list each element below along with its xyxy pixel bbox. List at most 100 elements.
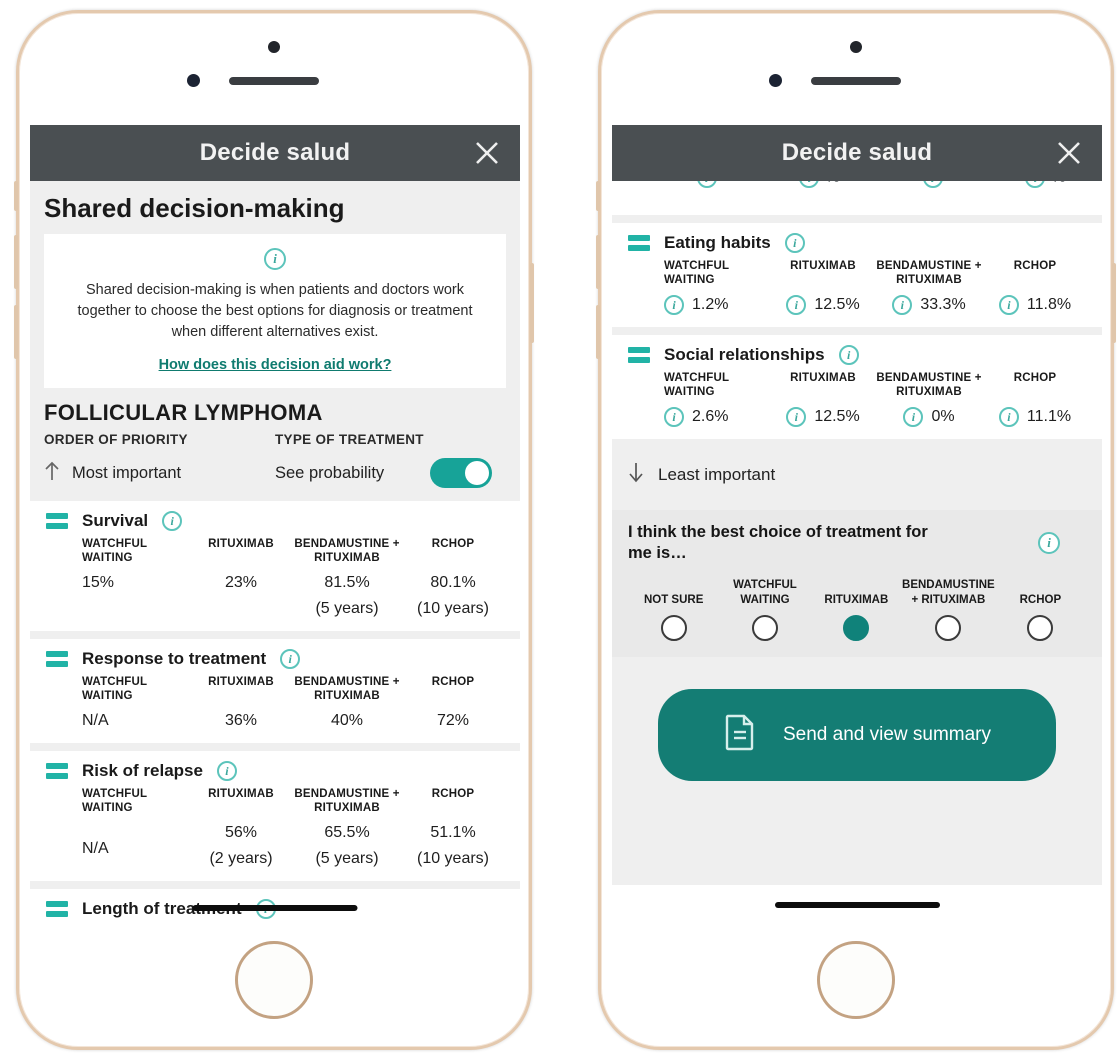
app-title: Decide salud — [781, 139, 933, 166]
close-icon[interactable] — [1056, 140, 1082, 166]
cell-value: 51.1% — [430, 824, 476, 842]
phone-power-button — [530, 263, 534, 343]
phone-power-button — [1112, 263, 1116, 343]
info-icon[interactable]: i — [784, 233, 805, 253]
cell-value: 15% — [82, 574, 115, 592]
info-icon[interactable]: i — [998, 295, 1019, 315]
radio-button-selected[interactable] — [843, 614, 870, 641]
cell-value: 33.3% — [920, 296, 966, 313]
cell-value: 23% — [224, 574, 258, 592]
column-header: BENDAMUSTINE + RITUXIMAB — [876, 372, 982, 399]
column-header: RITUXIMAB — [790, 372, 856, 384]
best-choice-title: I think the best choice of treatment for… — [628, 523, 928, 563]
best-choice-radio-group[interactable]: NOT SURE WATCHFUL WAITING RITUXIMAB BEND… — [628, 577, 1086, 641]
cell-value: 11.1% — [1026, 408, 1072, 425]
column-header: WATCHFUL WAITING — [82, 676, 148, 703]
cell-value: 2.6% — [692, 408, 729, 425]
info-icon[interactable]: i — [216, 761, 237, 782]
phone-mute-switch — [596, 181, 600, 211]
info-icon[interactable]: i — [664, 295, 684, 315]
screen-body-left: Shared decision-making i Shared decision… — [30, 181, 520, 925]
app-header-left: Decide salud — [30, 125, 520, 181]
cell-value: 72% — [436, 712, 470, 730]
info-icon[interactable]: i — [664, 407, 684, 427]
cell-value: 81.5% — [324, 574, 370, 592]
radio-button[interactable] — [935, 614, 962, 641]
screen-right: Decide salud i i% i i% — [612, 125, 1102, 925]
info-icon[interactable]: i — [998, 407, 1019, 427]
radio-option-watchful-waiting[interactable]: WATCHFUL WAITING — [719, 577, 810, 641]
drag-handle-icon[interactable] — [46, 763, 68, 780]
option-row-response-to-treatment[interactable]: Response to treatment i WATCHFUL WAITING… — [30, 639, 520, 744]
radio-option-not-sure[interactable]: NOT SURE — [628, 577, 719, 641]
column-header: RCHOP — [431, 538, 475, 551]
controls-row: ORDER OF PRIORITY Most important TYPE OF… — [30, 432, 520, 493]
phone-right: Decide salud i i% i i% — [596, 10, 1116, 1050]
column-header: RITUXIMAB — [208, 788, 274, 801]
option-name: Eating habits — [664, 233, 771, 252]
info-icon[interactable]: i — [892, 295, 913, 315]
info-icon[interactable]: i — [799, 181, 820, 188]
dual-phone-mockup: Decide salud Shared decision-making i Sh… — [0, 0, 1117, 1058]
column-header: RITUXIMAB — [208, 676, 274, 689]
cell-value: N/A — [82, 840, 109, 858]
cell-value: 1.2% — [692, 296, 729, 313]
info-card: i Shared decision-making is when patient… — [44, 234, 506, 389]
info-icon[interactable]: i — [838, 345, 859, 365]
proximity-sensor-icon — [769, 74, 782, 87]
info-icon[interactable]: i — [162, 511, 183, 532]
priority-control: ORDER OF PRIORITY Most important — [44, 432, 275, 491]
info-icon[interactable]: i — [280, 649, 301, 670]
best-choice-section: I think the best choice of treatment for… — [612, 510, 1102, 657]
option-row-social-relationships[interactable]: Social relationships i WATCHFUL WAITING … — [612, 335, 1102, 439]
radio-label: BENDAMUSTINE + RITUXIMAB — [902, 579, 995, 606]
decision-aid-link[interactable]: How does this decision aid work? — [159, 357, 392, 373]
option-name: Risk of relapse — [82, 761, 203, 781]
drag-handle-icon[interactable] — [46, 513, 68, 530]
option-row-risk-of-relapse[interactable]: Risk of relapse i WATCHFUL WAITING N/A RI… — [30, 751, 520, 882]
home-button[interactable] — [817, 941, 895, 1019]
send-and-view-summary-button[interactable]: Send and view summary — [658, 688, 1056, 781]
radio-label: RITUXIMAB — [824, 593, 889, 606]
home-button[interactable] — [235, 941, 313, 1019]
radio-button[interactable] — [1027, 614, 1054, 641]
front-camera-icon — [850, 41, 862, 53]
priority-label: ORDER OF PRIORITY — [44, 432, 188, 448]
send-button-label: Send and view summary — [782, 723, 992, 745]
info-icon[interactable]: i — [922, 181, 943, 188]
treatment-type-control: TYPE OF TREATMENT See probability — [275, 432, 506, 491]
column-header: WATCHFUL WAITING — [82, 788, 148, 815]
option-name: Social relationships — [664, 345, 825, 364]
radio-option-rituximab[interactable]: RITUXIMAB — [811, 577, 902, 641]
close-icon[interactable] — [474, 140, 500, 166]
phone-volume-up-button — [14, 235, 18, 289]
info-icon[interactable]: i — [1038, 532, 1060, 554]
cell-note: (5 years) — [315, 850, 379, 868]
radio-option-bendamustine-rituximab[interactable]: BENDAMUSTINE + RITUXIMAB — [902, 577, 995, 641]
drag-handle-icon[interactable] — [628, 235, 650, 251]
radio-option-rchop[interactable]: RCHOP — [995, 577, 1086, 641]
see-probability-label: See probability — [275, 463, 385, 482]
cell-value: 12.5% — [814, 408, 860, 425]
column-header: BENDAMUSTINE + RITUXIMAB — [294, 538, 400, 565]
option-row-survival[interactable]: Survival i WATCHFUL WAITING 15% RITUXIMAB… — [30, 501, 520, 632]
least-important-label: Least important — [658, 464, 776, 484]
info-icon[interactable]: i — [786, 407, 807, 427]
radio-button[interactable] — [752, 614, 779, 641]
info-icon[interactable]: i — [903, 407, 924, 427]
option-row-eating-habits[interactable]: Eating habits i WATCHFUL WAITING i 1.2% R… — [612, 223, 1102, 327]
home-indicator — [774, 902, 940, 908]
see-probability-toggle[interactable] — [430, 458, 492, 489]
phone-volume-down-button — [14, 305, 18, 359]
clipped-option-row: i i% i i% — [612, 181, 1102, 215]
info-icon[interactable]: i — [696, 181, 717, 188]
radio-label: RCHOP — [1019, 593, 1062, 606]
drag-handle-icon[interactable] — [628, 347, 650, 363]
info-icon[interactable]: i — [264, 248, 286, 270]
info-icon[interactable]: i — [1025, 181, 1046, 188]
drag-handle-icon[interactable] — [46, 651, 68, 668]
radio-button[interactable] — [660, 614, 687, 641]
info-icon[interactable]: i — [786, 295, 807, 315]
drag-handle-icon[interactable] — [46, 901, 68, 918]
send-button-wrapper: Send and view summary — [612, 657, 1102, 781]
